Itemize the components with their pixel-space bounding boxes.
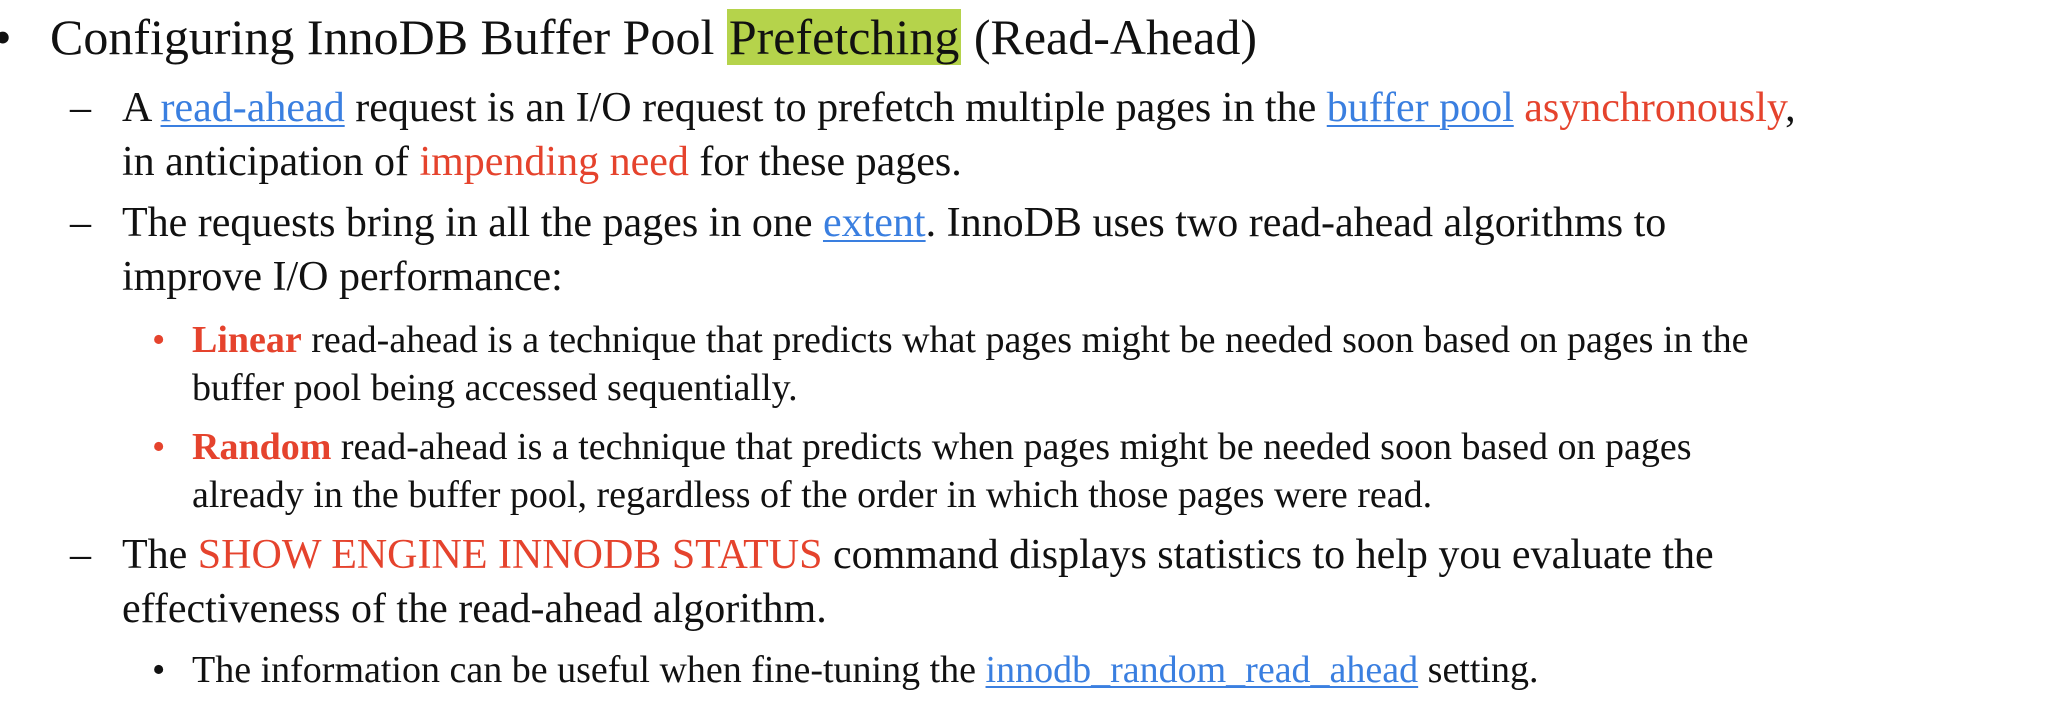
item3-text-b: command displays statistics to help you … <box>822 532 1714 578</box>
item2-line1: The requests bring in all the pages in o… <box>122 199 1666 247</box>
item1-text-c: in anticipation of <box>122 139 420 185</box>
buffer-pool-link[interactable]: buffer pool <box>1327 85 1514 131</box>
item3-line1: The SHOW ENGINE INNODB STATUS command di… <box>122 531 1714 579</box>
extent-link[interactable]: extent <box>823 200 926 246</box>
slide-title: Configuring InnoDB Buffer Pool Prefetchi… <box>50 8 1257 66</box>
item2-text-b: . InnoDB uses two read-ahead algorithms … <box>925 200 1667 246</box>
asynchronously-text: asynchronously <box>1524 85 1786 131</box>
linear-text: Linear <box>192 319 302 361</box>
sub1-text-a: read-ahead is a technique that predicts … <box>301 319 1749 361</box>
item1-text-space <box>1514 85 1525 131</box>
sub3-line1: The information can be useful when fine-… <box>192 648 1538 692</box>
slide: • Configuring InnoDB Buffer Pool Prefetc… <box>0 0 2068 714</box>
item1-line1: A read-ahead request is an I/O request t… <box>122 84 1796 132</box>
impending-need-text: impending need <box>419 139 689 185</box>
item3-dash: – <box>70 532 91 578</box>
title-bullet: • <box>0 8 12 66</box>
sub3-text-a: The information can be useful when fine-… <box>192 649 986 691</box>
title-text-after: (Read-Ahead) <box>961 9 1257 65</box>
sub1-line2: buffer pool being accessed sequentially. <box>192 367 798 409</box>
item1-text-d: for these pages. <box>688 139 962 185</box>
item1-line2: in anticipation of impending need for th… <box>122 138 962 186</box>
item1-text-comma: , <box>1785 85 1796 131</box>
item2-text-a: The requests bring in all the pages in o… <box>122 200 823 246</box>
item1-text-b: request is an I/O request to prefetch mu… <box>344 85 1327 131</box>
read-ahead-link[interactable]: read-ahead <box>161 85 345 131</box>
item3-text-a: The <box>122 532 198 578</box>
item1-text-a: A <box>122 85 161 131</box>
sub2-bullet: • <box>152 426 166 468</box>
sub2-line2: already in the buffer pool, regardless o… <box>192 474 1433 516</box>
random-text: Random <box>192 426 332 468</box>
sub1-bullet: • <box>152 319 166 361</box>
sub2-text-a: read-ahead is a technique that predicts … <box>331 426 1692 468</box>
item3-line2: effectiveness of the read-ahead algorith… <box>122 586 827 632</box>
show-engine-status-text: SHOW ENGINE INNODB STATUS <box>197 532 823 578</box>
title-highlight: Prefetching <box>726 9 962 65</box>
item2-dash: – <box>70 200 91 246</box>
sub3-bullet: • <box>152 649 166 691</box>
item1-dash: – <box>70 85 91 131</box>
title-text-before: Configuring InnoDB Buffer Pool <box>50 9 727 65</box>
item2-line2: improve I/O performance: <box>122 254 563 300</box>
sub1-line1: Linear read-ahead is a technique that pr… <box>192 318 1748 362</box>
innodb-random-read-ahead-link[interactable]: innodb_random_read_ahead <box>986 649 1419 691</box>
sub2-line1: Random read-ahead is a technique that pr… <box>192 425 1692 469</box>
sub3-text-b: setting. <box>1418 649 1539 691</box>
